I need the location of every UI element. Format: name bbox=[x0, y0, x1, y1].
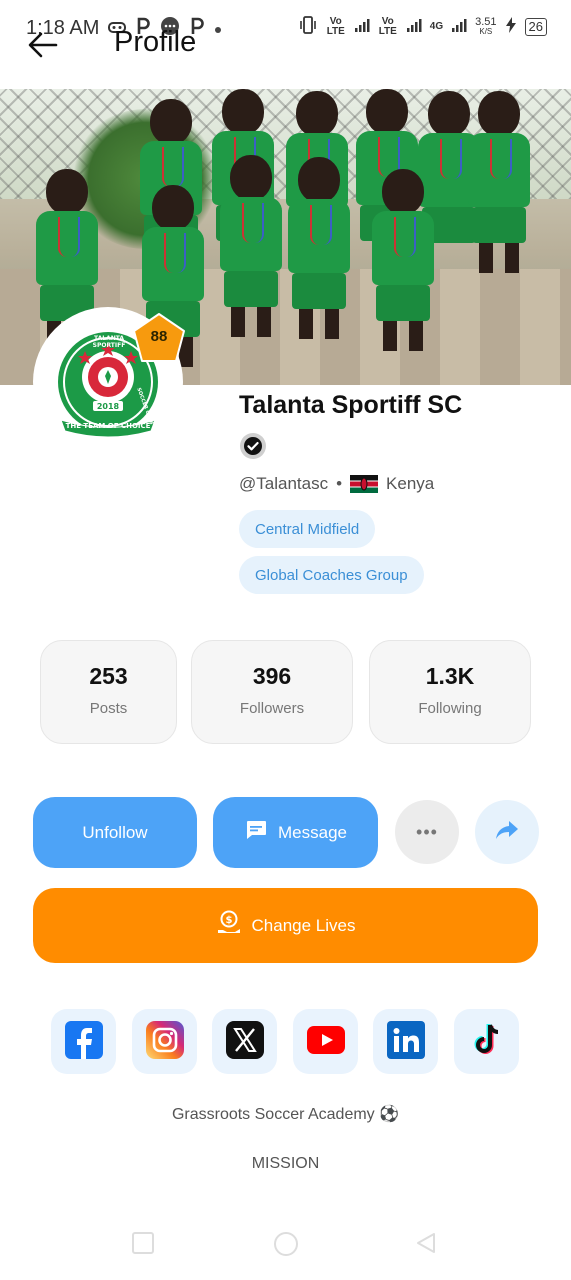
rating-value: 88 bbox=[150, 328, 168, 345]
share-button[interactable] bbox=[475, 800, 539, 864]
team-player bbox=[288, 157, 350, 339]
unfollow-button[interactable]: Unfollow bbox=[33, 797, 197, 868]
square-icon bbox=[132, 1232, 154, 1254]
bio-section-title: MISSION bbox=[251, 1155, 320, 1172]
kenya-flag-icon bbox=[350, 475, 379, 493]
share-arrow-icon bbox=[494, 819, 520, 846]
stat-followers[interactable]: 396 Followers bbox=[191, 640, 353, 744]
home-button[interactable] bbox=[273, 1231, 299, 1261]
status-bar: 1:18 AM Vo LTE Vo LTE 4G 3.51 K/S 26 bbox=[0, 0, 571, 60]
stat-followers-value: 396 bbox=[252, 663, 292, 689]
network-label-3: 4G bbox=[429, 21, 444, 32]
team-player bbox=[220, 155, 282, 337]
stat-followers-label: Followers bbox=[239, 700, 305, 717]
instagram-link[interactable] bbox=[132, 1009, 197, 1074]
linkedin-icon bbox=[386, 1020, 425, 1063]
network-speed: 3.51 K/S bbox=[475, 15, 497, 36]
speed-value: 3.51 bbox=[475, 15, 497, 28]
network-label-2: Vo LTE bbox=[378, 15, 397, 37]
vibrate-icon bbox=[298, 16, 318, 37]
country-name: Kenya bbox=[386, 474, 435, 493]
chat-bubble-icon bbox=[244, 818, 268, 847]
stat-following-label: Following bbox=[418, 700, 482, 717]
donate-hand-icon: $ bbox=[216, 910, 242, 941]
facebook-icon bbox=[64, 1020, 103, 1063]
signal-icon bbox=[451, 18, 467, 35]
change-lives-label: Change Lives bbox=[251, 915, 356, 935]
system-nav-bar bbox=[0, 1212, 571, 1280]
battery-indicator: 26 bbox=[524, 17, 547, 36]
verified-icon bbox=[239, 432, 267, 460]
stat-posts-label: Posts bbox=[89, 700, 128, 717]
change-lives-button[interactable]: $ Change Lives bbox=[33, 888, 538, 963]
stat-following-value: 1.3K bbox=[425, 663, 475, 689]
arrow-left-icon bbox=[26, 32, 60, 66]
stat-posts[interactable]: 253 Posts bbox=[40, 640, 177, 744]
charging-icon bbox=[505, 16, 517, 37]
team-player bbox=[372, 169, 434, 351]
facebook-link[interactable] bbox=[51, 1009, 116, 1074]
more-options-button[interactable]: ••• bbox=[395, 800, 459, 864]
handle-row: @Talantasc • Kenya bbox=[239, 474, 434, 494]
svg-text:$: $ bbox=[225, 915, 232, 926]
club-name: Talanta Sportiff SC bbox=[239, 391, 463, 419]
page-title: Profile bbox=[114, 26, 197, 58]
circle-icon bbox=[274, 1232, 298, 1256]
logo-ring-text-top: TALANTA SPORTIFF bbox=[92, 335, 126, 349]
user-handle: @Talantasc bbox=[239, 474, 329, 493]
x-icon bbox=[225, 1020, 264, 1063]
position-chip[interactable]: Central Midfield bbox=[239, 510, 376, 548]
recent-apps-button[interactable] bbox=[131, 1231, 155, 1259]
signal-icon bbox=[406, 18, 422, 35]
separator-dot: • bbox=[336, 474, 343, 493]
more-dots-icon: ••• bbox=[416, 821, 438, 842]
network-label-1: Vo LTE bbox=[326, 15, 345, 37]
tiktok-link[interactable] bbox=[454, 1009, 519, 1074]
instagram-icon bbox=[145, 1020, 184, 1063]
status-system-icons: Vo LTE Vo LTE 4G 3.51 K/S 26 bbox=[298, 16, 547, 37]
x-link[interactable] bbox=[212, 1009, 277, 1074]
triangle-back-icon bbox=[417, 1233, 435, 1253]
message-button-label: Message bbox=[278, 822, 347, 842]
youtube-link[interactable] bbox=[293, 1009, 358, 1074]
team-player bbox=[468, 91, 530, 273]
group-chip[interactable]: Global Coaches Group bbox=[239, 556, 424, 594]
signal-icon bbox=[354, 18, 370, 35]
linkedin-link[interactable] bbox=[373, 1009, 438, 1074]
message-button[interactable]: Message bbox=[213, 797, 378, 868]
back-nav-button[interactable] bbox=[414, 1231, 438, 1259]
speed-unit: K/S bbox=[479, 26, 493, 36]
logo-year: 2018 bbox=[96, 402, 120, 411]
stat-following[interactable]: 1.3K Following bbox=[369, 640, 531, 744]
bio-tagline: Grassroots Soccer Academy ⚽ bbox=[171, 1106, 400, 1123]
youtube-icon bbox=[306, 1025, 345, 1058]
tiktok-icon bbox=[470, 1022, 504, 1062]
back-button[interactable] bbox=[26, 28, 62, 64]
dot-icon bbox=[214, 18, 222, 39]
stat-posts-value: 253 bbox=[89, 663, 128, 689]
logo-motto: THE TEAM OF CHOICE bbox=[65, 422, 151, 430]
